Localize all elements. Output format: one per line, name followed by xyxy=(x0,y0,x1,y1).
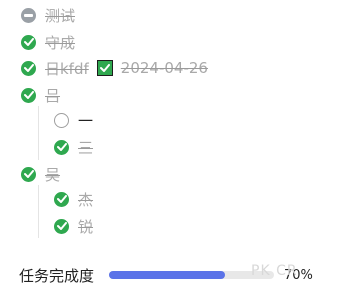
task-item-jie[interactable]: 杰 xyxy=(54,188,93,210)
due-date[interactable]: 2024-04-26 xyxy=(121,59,208,77)
task-item-rikfdf[interactable]: 日kfdf 2024-04-26 xyxy=(21,57,208,79)
checked-status-icon[interactable] xyxy=(21,34,36,50)
task-item-ceshi[interactable]: 测试 xyxy=(21,4,75,26)
task-item-wu[interactable]: 吴 xyxy=(21,163,60,185)
task-label: 吕 xyxy=(45,86,61,105)
indent-guide xyxy=(38,185,39,238)
task-item-rui[interactable]: 锐 xyxy=(54,215,93,237)
checked-status-icon[interactable] xyxy=(54,139,69,155)
task-label: 测试 xyxy=(45,6,76,25)
checked-status-icon[interactable] xyxy=(21,87,36,103)
check-mark-button-icon xyxy=(96,60,113,76)
task-item-shoucheng[interactable]: 守成 xyxy=(21,31,75,53)
checked-status-icon[interactable] xyxy=(54,191,69,207)
indent-guide xyxy=(38,106,39,160)
progress-bar xyxy=(109,271,275,279)
checked-status-icon[interactable] xyxy=(21,166,36,182)
progress-bar-fill xyxy=(109,271,225,279)
task-label: 日kfdf xyxy=(45,59,89,78)
task-item-san[interactable]: 三 xyxy=(54,136,93,158)
task-label: 三 xyxy=(78,138,94,157)
task-label: 锐 xyxy=(78,217,94,236)
task-label: 一 xyxy=(78,111,94,130)
unchecked-status-icon[interactable] xyxy=(54,112,69,128)
cancelled-status-icon[interactable] xyxy=(21,7,36,23)
task-label: 吴 xyxy=(45,165,61,184)
task-item-yi[interactable]: 一 xyxy=(54,109,93,131)
watermark: PK CR xyxy=(251,263,298,279)
task-label: 守成 xyxy=(45,33,76,52)
progress-label: 任务完成度 xyxy=(19,266,95,285)
checked-status-icon[interactable] xyxy=(21,60,36,76)
task-label: 杰 xyxy=(78,190,94,209)
task-item-lv[interactable]: 吕 xyxy=(21,84,60,106)
checked-status-icon[interactable] xyxy=(54,218,69,234)
